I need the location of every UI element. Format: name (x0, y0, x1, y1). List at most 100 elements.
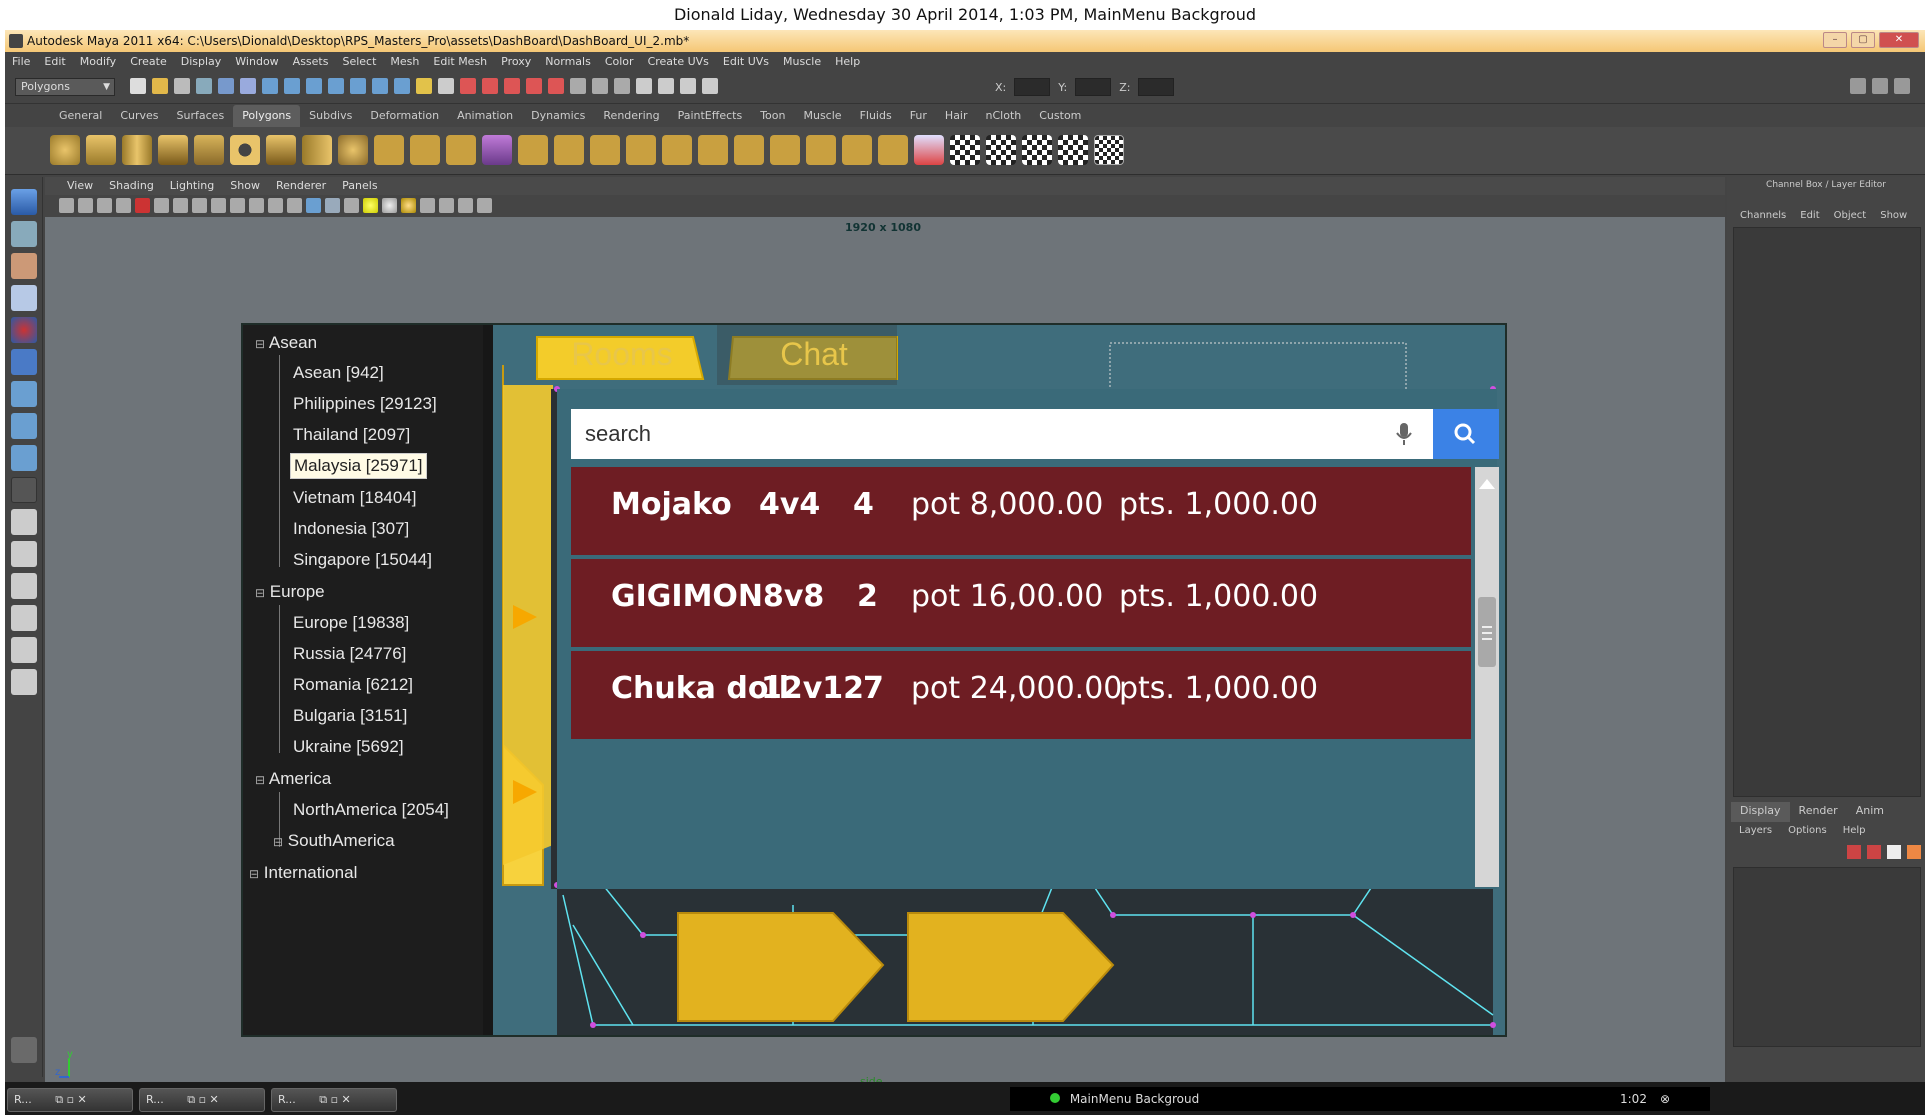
room-row[interactable]: Mojako 4v4 4 pot 8,000.00 pts. 1,000.00 (571, 467, 1471, 555)
tree-group-asean[interactable]: ⊟ Asean (255, 333, 317, 353)
tree-node[interactable]: Philippines [29123] (293, 394, 437, 414)
select-camera-icon[interactable] (59, 198, 74, 213)
smooth-icon[interactable] (446, 135, 476, 165)
construction-icon[interactable] (394, 78, 410, 94)
menu-create-uvs[interactable]: Create UVs (641, 52, 716, 72)
tree-node[interactable]: Indonesia [307] (293, 519, 409, 539)
rooms-scrollbar[interactable] (1475, 467, 1499, 887)
cb-menu-object[interactable]: Object (1827, 207, 1874, 225)
search-input[interactable] (577, 409, 1377, 459)
menu-proxy[interactable]: Proxy (494, 52, 538, 72)
render-icon[interactable] (460, 78, 476, 94)
render-settings-icon[interactable] (504, 78, 520, 94)
layer-up-icon[interactable] (1887, 845, 1901, 859)
default-light-icon[interactable] (363, 198, 378, 213)
smooth-shade-icon[interactable] (306, 198, 321, 213)
ipr-render-icon[interactable] (482, 78, 498, 94)
poly-sphere-icon[interactable] (50, 135, 80, 165)
menu-edit-mesh[interactable]: Edit Mesh (426, 52, 494, 72)
resolution-gate-icon[interactable] (192, 198, 207, 213)
menu-edit-uvs[interactable]: Edit UVs (716, 52, 776, 72)
new-scene-icon[interactable] (130, 78, 146, 94)
append-icon[interactable] (590, 135, 620, 165)
shelf-tab-rendering[interactable]: Rendering (594, 105, 668, 127)
layer-editor-body[interactable] (1733, 867, 1921, 1047)
history-icon[interactable] (372, 78, 388, 94)
menu-edit[interactable]: Edit (37, 52, 72, 72)
offset-edge-icon[interactable] (698, 135, 728, 165)
shelf-tab-polygons[interactable]: Polygons (233, 105, 301, 127)
maximize-button[interactable]: ▢ (1851, 32, 1875, 48)
chamfer-icon[interactable] (878, 135, 908, 165)
shelf-tab-surfaces[interactable]: Surfaces (168, 105, 234, 127)
vp-menu-show[interactable]: Show (222, 177, 268, 195)
vp-menu-renderer[interactable]: Renderer (268, 177, 334, 195)
tree-node[interactable]: Russia [24776] (293, 644, 406, 664)
menu-create[interactable]: Create (123, 52, 174, 72)
rooms-tab[interactable]: Rooms (537, 327, 707, 383)
shadows-icon[interactable] (401, 198, 416, 213)
select-tool-icon[interactable] (10, 189, 37, 215)
cb-menu-show[interactable]: Show (1873, 207, 1914, 225)
poly-helix-icon[interactable] (338, 135, 368, 165)
y-field[interactable] (1075, 78, 1112, 96)
two-d-pan-icon[interactable] (135, 198, 150, 213)
separate-icon[interactable] (410, 135, 440, 165)
textured-icon[interactable] (344, 198, 359, 213)
shelf-tab-animation[interactable]: Animation (448, 105, 522, 127)
backface-icon[interactable] (477, 198, 492, 213)
uv-planar-icon[interactable] (950, 135, 980, 165)
tree-node-selected[interactable]: Malaysia [25971] (290, 453, 427, 479)
graph-icon[interactable] (658, 78, 674, 94)
poly-cube-icon[interactable] (86, 135, 116, 165)
menu-mesh[interactable]: Mesh (383, 52, 426, 72)
channel-box-icon[interactable] (1894, 78, 1910, 94)
persp-graph-layout-icon[interactable] (10, 605, 37, 631)
shelf-tab-muscle[interactable]: Muscle (794, 105, 850, 127)
vp-menu-shading[interactable]: Shading (101, 177, 162, 195)
grid-icon[interactable] (154, 198, 169, 213)
tree-node[interactable]: Bulgaria [3151] (293, 706, 407, 726)
uv-spherical-icon[interactable] (1022, 135, 1052, 165)
close-icon[interactable]: ⊗ (1660, 1087, 1670, 1111)
single-pane-layout-icon[interactable] (10, 509, 37, 535)
menuset-dropdown[interactable]: Polygons ▼ (15, 78, 115, 96)
tree-node[interactable]: NorthAmerica [2054] (293, 800, 449, 820)
bridge-icon[interactable] (554, 135, 584, 165)
tree-node[interactable]: Asean [942] (293, 363, 384, 383)
microphone-icon[interactable] (1391, 421, 1417, 447)
tree-node[interactable]: Romania [6212] (293, 675, 413, 695)
menu-assets[interactable]: Assets (286, 52, 336, 72)
menu-normals[interactable]: Normals (538, 52, 598, 72)
hand-icon[interactable] (11, 1037, 37, 1063)
uv-editor-shelf-icon[interactable] (1094, 135, 1124, 165)
menu-modify[interactable]: Modify (73, 52, 123, 72)
lock-icon[interactable] (416, 78, 432, 94)
shelf-tab-ncloth[interactable]: nCloth (977, 105, 1031, 127)
film-gate-icon[interactable] (173, 198, 188, 213)
isolate-select-icon[interactable] (420, 198, 435, 213)
poly-pipe-icon[interactable] (302, 135, 332, 165)
layer-menu-options[interactable]: Options (1780, 823, 1835, 841)
poly-cylinder-icon[interactable] (122, 135, 152, 165)
layer-tab-anim[interactable]: Anim (1847, 802, 1893, 822)
new-layer-selected-icon[interactable] (1867, 845, 1881, 859)
menu-window[interactable]: Window (228, 52, 285, 72)
input-line-icon[interactable] (570, 78, 586, 94)
menu-select[interactable]: Select (335, 52, 383, 72)
hypershade-icon[interactable] (526, 78, 542, 94)
soft-mod-icon[interactable] (10, 413, 37, 439)
poly-prism-icon[interactable] (266, 135, 296, 165)
shelf-tab-hair[interactable]: Hair (936, 105, 977, 127)
last-tool-icon[interactable] (10, 477, 37, 503)
hypershade-layout-icon[interactable] (10, 637, 37, 663)
select-component-icon[interactable] (240, 78, 256, 94)
lasso-tool-icon[interactable] (10, 221, 37, 247)
tree-node[interactable]: Singapore [15044] (293, 550, 432, 570)
move-tool-icon[interactable] (10, 285, 37, 311)
outliner-icon[interactable] (636, 78, 652, 94)
tree-node[interactable]: Thailand [2097] (293, 425, 410, 445)
vp-menu-panels[interactable]: Panels (334, 177, 385, 195)
chat-tab[interactable]: Chat (729, 327, 899, 383)
tree-group-america[interactable]: ⊟ America (255, 769, 331, 789)
